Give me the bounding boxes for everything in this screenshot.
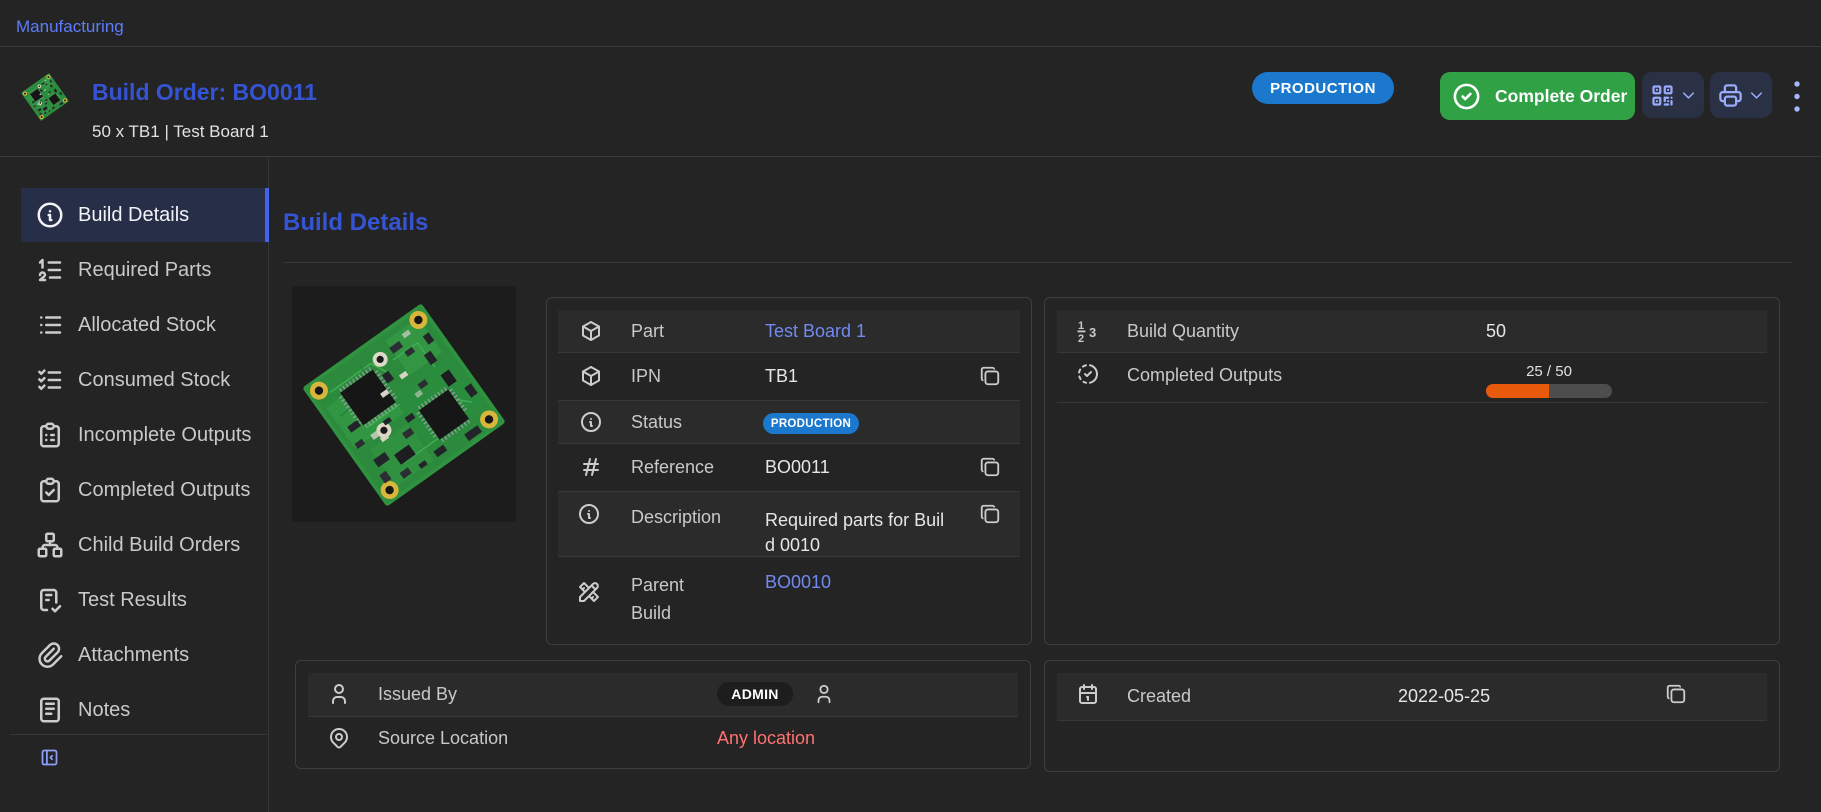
svg-text:3: 3 <box>1089 325 1096 340</box>
svg-text:1: 1 <box>1078 320 1084 332</box>
svg-text:2: 2 <box>1078 333 1084 344</box>
